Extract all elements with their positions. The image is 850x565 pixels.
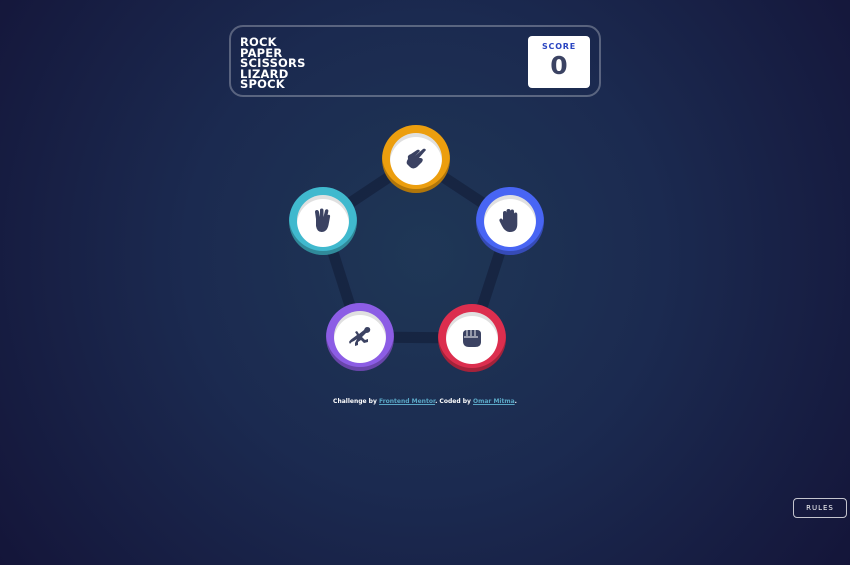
attribution-prefix: Challenge by — [333, 398, 379, 405]
scissors-button[interactable] — [382, 125, 450, 193]
paper-button[interactable] — [476, 187, 544, 255]
rules-button[interactable]: RULES — [793, 498, 847, 518]
attribution: Challenge by Frontend Mentor. Coded by O… — [0, 398, 850, 405]
scissors-hand-icon — [406, 148, 426, 169]
frontend-mentor-link[interactable]: Frontend Mentor — [379, 398, 435, 405]
spock-hand-icon — [315, 208, 331, 232]
author-link[interactable]: Omar Mitma — [473, 398, 515, 405]
lizard-icon — [349, 327, 371, 346]
lizard-button[interactable] — [326, 303, 394, 371]
pentagon-background — [317, 153, 516, 344]
spock-button[interactable] — [289, 187, 357, 255]
rock-button[interactable] — [438, 304, 506, 372]
attribution-suffix: . — [514, 398, 517, 405]
attribution-middle: . Coded by — [435, 398, 473, 405]
rock-fist-icon — [463, 330, 481, 347]
paper-hand-icon — [499, 209, 518, 232]
